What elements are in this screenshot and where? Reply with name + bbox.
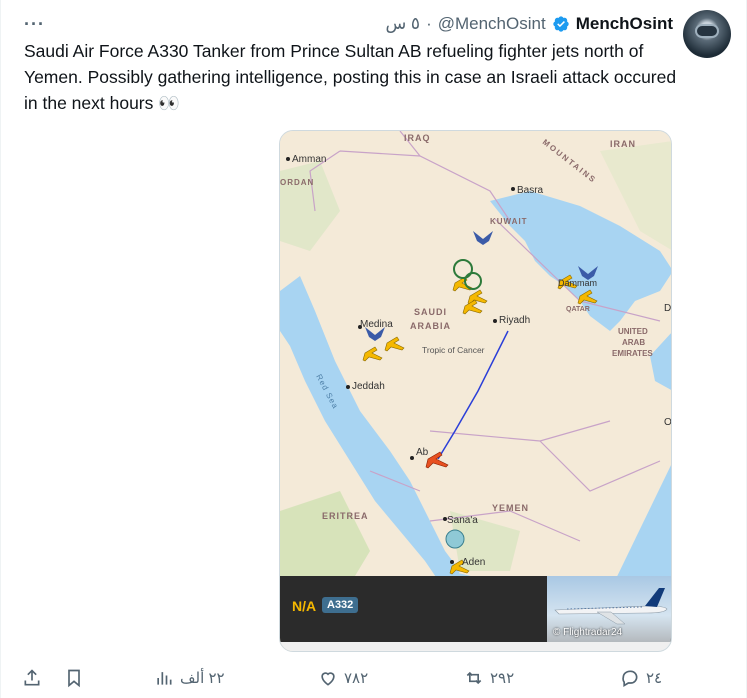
map-label-saudi: SAUDI <box>414 307 447 317</box>
map-label-riyadh: Riyadh <box>499 315 530 326</box>
tweet-media[interactable]: Amman ORDAN IRAQ IRAN Basra KUWAIT MOUNT… <box>279 130 672 652</box>
map-label-uae-2: ARAB <box>622 338 645 347</box>
map-label-arabia: ARABIA <box>410 321 451 331</box>
map-image: Amman ORDAN IRAQ IRAN Basra KUWAIT MOUNT… <box>280 131 672 651</box>
map-label-basra: Basra <box>517 185 544 196</box>
map-label-qatar: QATAR <box>566 306 590 313</box>
map-label-medina: Medina <box>360 319 393 330</box>
map-label-iran: IRAN <box>610 139 636 149</box>
tweet-text: Saudi Air Force A330 Tanker from Prince … <box>24 41 677 113</box>
reply-count: ٢٤ <box>646 670 663 687</box>
retweet-button[interactable]: ٢٩٢ <box>464 668 514 688</box>
tweet-header: MenchOsint @MenchOsint · ٥ س ··· <box>22 10 735 58</box>
map-label-uae-3: EMIRATES <box>612 349 653 358</box>
map-label-uae-1: UNITED <box>618 327 648 336</box>
reply-icon <box>622 670 638 687</box>
timestamp[interactable]: ٥ س <box>385 14 420 34</box>
map-label-eritrea: ERITREA <box>322 511 369 521</box>
map-label-kuwait: KUWAIT <box>490 217 528 226</box>
views-count: ٢٢ ألف <box>180 670 225 687</box>
map-label-o: O <box>664 417 672 428</box>
retweet-count: ٢٩٢ <box>490 670 515 687</box>
flight-callsign: N/A <box>292 598 317 614</box>
flight-info-bar: N/A A332 © Flightradar24 <box>280 576 671 642</box>
aircraft-photo: © Flightradar24 <box>547 576 671 642</box>
map-label-aden: Aden <box>462 557 485 568</box>
avatar[interactable] <box>683 10 731 58</box>
map-label-dammam: Dammam <box>558 278 597 288</box>
bookmark-button[interactable] <box>64 668 84 688</box>
like-button[interactable]: ٧٨٢ <box>318 668 368 688</box>
map-label-sanaa: Sana'a <box>447 515 478 526</box>
map-label-tropic: Tropic of Cancer <box>422 345 485 355</box>
photo-credit: © Flightradar24 <box>553 627 623 638</box>
reply-button[interactable]: ٢٤ <box>620 668 662 688</box>
verified-badge-icon <box>553 16 569 32</box>
tweet-actions: ٢٢ ألف ٧٨٢ ٢٩٢ ٢٤ <box>22 668 723 698</box>
aircraft-type-badge: A332 <box>322 597 359 613</box>
map-label-iraq: IRAQ <box>404 133 431 143</box>
handle[interactable]: @MenchOsint <box>438 14 546 34</box>
display-name[interactable]: MenchOsint <box>576 14 673 34</box>
like-count: ٧٨٢ <box>344 670 369 687</box>
map-label-yemen: YEMEN <box>492 503 529 513</box>
views-icon <box>157 672 172 685</box>
map-label-d: D <box>664 303 671 314</box>
info-panel-strip <box>280 642 671 651</box>
map-label-jeddah: Jeddah <box>352 381 385 392</box>
separator: · <box>426 14 432 33</box>
heart-icon <box>321 672 335 686</box>
retweet-icon <box>466 671 482 685</box>
more-horizontal-icon[interactable]: ··· <box>24 14 45 35</box>
share-button[interactable] <box>22 668 42 688</box>
views-button[interactable]: ٢٢ ألف <box>154 668 225 688</box>
bookmark-icon <box>68 669 80 688</box>
map-label-abha: Ab <box>416 447 429 458</box>
map-label-amman: Amman <box>292 154 326 165</box>
share-icon <box>24 669 40 686</box>
map-label-jordan: ORDAN <box>280 178 314 187</box>
